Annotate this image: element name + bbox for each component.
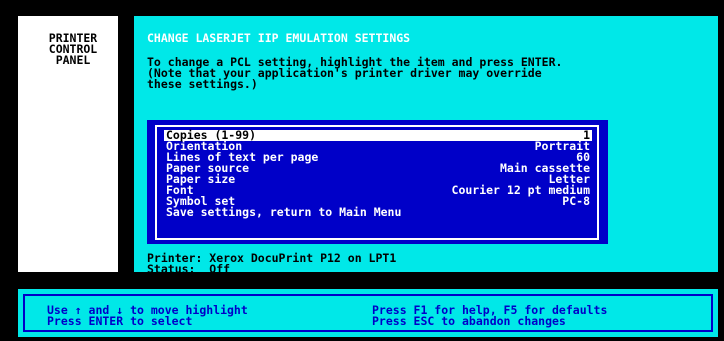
menu-item-save-settings[interactable]: Save settings, return to Main Menu — [164, 205, 592, 219]
printer-status: Printer: Xerox DocuPrint P12 on LPT1 Sta… — [147, 252, 396, 276]
help-keys: Press F1 for help, F5 for defaults Press… — [372, 304, 607, 328]
menu-item-value: PC-8 — [562, 194, 590, 208]
title-line: PANEL — [55, 53, 91, 67]
instruction-line: these settings.) — [147, 77, 258, 91]
instructions: To change a PCL setting, highlight the i… — [147, 56, 562, 91]
printer-control-panel-title: PRINTER CONTROL PANEL — [37, 32, 109, 67]
page-title: CHANGE LASERJET IIP EMULATION SETTINGS — [147, 31, 411, 45]
help-line: Press ESC to abandon changes — [372, 314, 566, 328]
help-line: Press ENTER to select — [47, 314, 193, 328]
status-line: Status: Off — [147, 262, 231, 276]
help-navigation: Use ↑ and ↓ to move highlight Press ENTE… — [47, 304, 248, 328]
menu-item-label: Save settings, return to Main Menu — [166, 205, 402, 219]
side-divider — [118, 16, 134, 272]
